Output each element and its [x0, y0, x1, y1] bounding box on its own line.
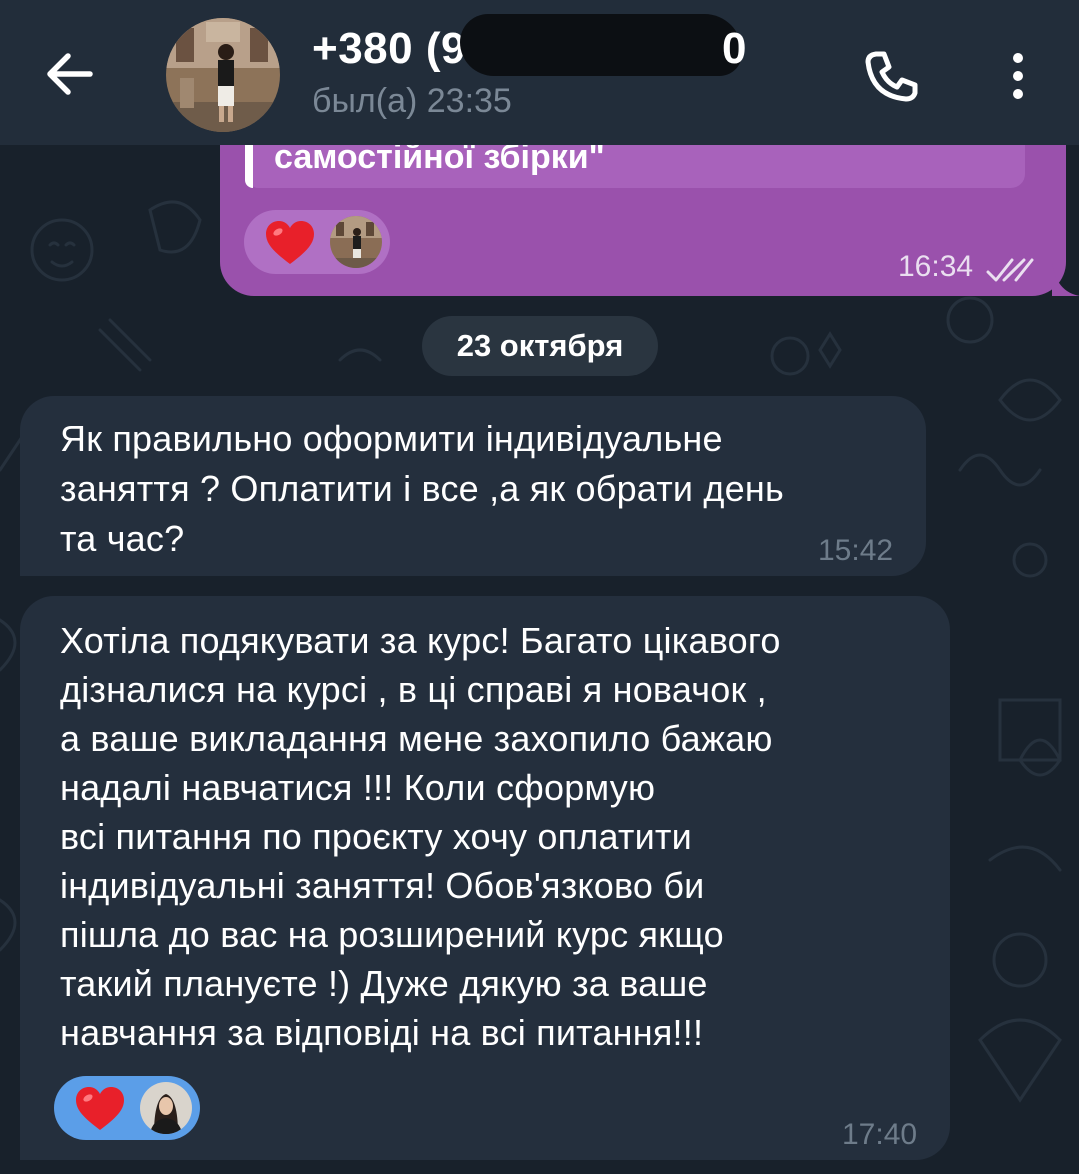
- message-text-line: Хотіла подякувати за курс! Багато цікаво…: [60, 620, 781, 661]
- message-text-line: індивідуальні заняття! Обов'язково би: [60, 865, 705, 906]
- message-text-line: такий плануєте !) Дуже дякую за ваше: [60, 963, 708, 1004]
- last-seen-status: был(а) 23:35: [312, 82, 512, 120]
- arrow-left-icon[interactable]: [42, 46, 98, 102]
- message-text-line: пішла до вас на розширений курс якщо: [60, 914, 724, 955]
- reaction-heart-incoming[interactable]: [54, 1076, 200, 1140]
- redaction-mark: [460, 14, 742, 76]
- message-text-line: надалі навчатися !!! Коли сформую: [60, 767, 656, 808]
- bubble-tail: [1052, 262, 1079, 296]
- message-text-line: навчання за відповіді на всі питання!!!: [60, 1012, 704, 1053]
- message-text-line: всі питання по проєкту хочу оплатити: [60, 816, 692, 857]
- message-text-line: Як правильно оформити індивідуальне: [60, 418, 723, 459]
- contact-name-suffix: 0: [722, 24, 747, 73]
- reaction-heart-outgoing[interactable]: [244, 210, 390, 274]
- message-text-line: дізналися на курсі , в ці справі я новач…: [60, 669, 767, 710]
- message-time: 17:40: [842, 1118, 918, 1151]
- more-vertical-icon[interactable]: [996, 46, 1040, 106]
- message-text-line: та час?: [60, 518, 185, 559]
- double-check-icon: [986, 258, 1034, 282]
- message-time: 15:42: [818, 534, 894, 567]
- message-text-line: а ваше викладання мене захопило бажаю: [60, 718, 773, 759]
- heart-icon: [266, 221, 314, 264]
- heart-icon: [76, 1087, 124, 1130]
- phone-icon[interactable]: [860, 46, 920, 106]
- contact-avatar[interactable]: [166, 18, 280, 132]
- date-separator: 23 октября: [422, 316, 658, 376]
- reactor-avatar: [330, 216, 382, 268]
- message-time: 16:34: [898, 250, 974, 283]
- reactor-avatar: [140, 1082, 192, 1134]
- chat-header: +380 (9 0 был(а) 23:35: [0, 0, 1079, 145]
- contact-name[interactable]: +380 (9: [312, 24, 466, 74]
- message-text-line: заняття ? Оплатити і все ,а як обрати де…: [60, 468, 784, 509]
